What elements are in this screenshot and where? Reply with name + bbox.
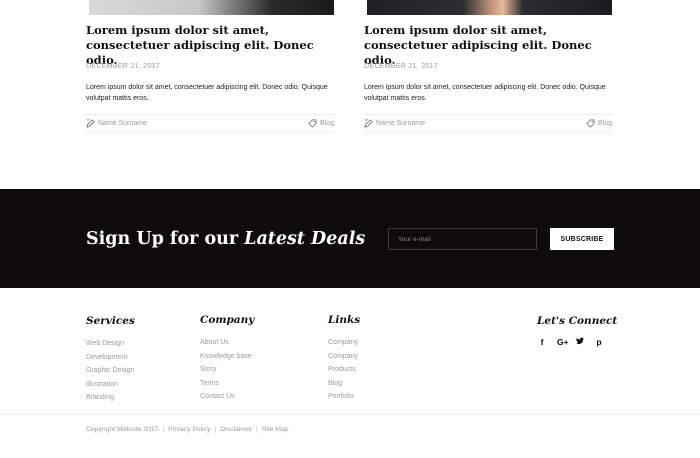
pen-icon	[364, 119, 373, 128]
post-author-name: Name Surname	[98, 120, 148, 127]
blog-card: Lorem ipsum dolor sit amet, consectetuer…	[86, 0, 334, 132]
google-plus-icon[interactable]: G+	[557, 337, 569, 347]
copyright-bar: Copyright Website 2017 | Privacy Policy …	[86, 426, 289, 433]
footer-link[interactable]: Knowledge base	[200, 350, 254, 364]
twitter-icon[interactable]	[576, 337, 584, 347]
footer-link[interactable]: Branding	[86, 391, 135, 405]
signup-heading-prefix: Sign Up for our	[86, 229, 239, 249]
separator: |	[214, 426, 217, 433]
footer-link[interactable]: Products	[328, 363, 360, 377]
footer-link[interactable]: Contact Us	[200, 390, 254, 404]
footer-column-services: Services Web Design Development Graphic …	[86, 314, 135, 405]
footer-link[interactable]: Portfolio	[328, 390, 360, 404]
footer-divider	[0, 414, 700, 415]
footer-link[interactable]: Blog	[328, 377, 360, 391]
post-category-label: Blog	[319, 120, 334, 127]
social-icons: f G+ p	[537, 337, 617, 347]
post-category-label: Blog	[597, 120, 612, 127]
footer-link[interactable]: Illustration	[86, 378, 135, 392]
post-category[interactable]: Blog	[308, 119, 334, 128]
tag-icon	[308, 119, 317, 128]
subscribe-button[interactable]: SUBSCRIBE	[550, 228, 614, 250]
pinterest-icon[interactable]: p	[595, 337, 603, 347]
post-excerpt: Lorem ipsum dolor sit amet, consectetuer…	[86, 84, 328, 102]
separator: |	[162, 426, 165, 433]
copyright-text: Copyright Website 2017	[86, 426, 159, 433]
footer-column-title: Company	[200, 314, 255, 326]
post-author[interactable]: Name Surname	[86, 119, 147, 128]
footer-column-title: Links	[328, 314, 361, 326]
email-input[interactable]	[388, 228, 537, 250]
footer-link[interactable]: About Us	[200, 336, 254, 350]
footer-link[interactable]: Company	[328, 350, 360, 364]
post-meta: Name Surname Blog	[86, 114, 334, 132]
footer-link[interactable]: Story	[200, 363, 254, 377]
post-author-name: Name Surname	[376, 120, 426, 127]
post-meta: Name Surname Blog	[364, 114, 612, 132]
signup-heading: Sign Up for our Latest Deals	[86, 228, 365, 250]
post-excerpt: Lorem ipsum dolor sit amet, consectetuer…	[364, 84, 606, 102]
footer-link[interactable]: Web Design	[86, 337, 135, 351]
footer-column-connect: Let's Connect f G+ p	[537, 314, 617, 347]
tag-icon	[586, 119, 595, 128]
privacy-policy-link[interactable]: Privacy Policy	[168, 426, 210, 433]
facebook-icon[interactable]: f	[538, 337, 546, 347]
pen-icon	[86, 119, 95, 128]
footer-column-links: Links Company Company Products Blog Port…	[328, 313, 360, 404]
footer-column-title: Let's Connect	[537, 315, 618, 327]
post-title[interactable]: Lorem ipsum dolor sit amet, consectetuer…	[364, 23, 614, 68]
post-date: December 21, 2017	[364, 63, 438, 70]
footer-column-company: Company About Us Knowledge base Story Te…	[200, 313, 254, 404]
footer-column-title: Services	[86, 315, 135, 327]
post-image[interactable]	[86, 0, 334, 15]
footer-link[interactable]: Company	[328, 336, 360, 350]
footer-link[interactable]: Development	[86, 351, 135, 365]
post-date: December 21, 2017	[86, 63, 160, 70]
footer-link[interactable]: Terms	[200, 377, 254, 391]
site-map-link[interactable]: Site Map	[262, 426, 289, 433]
post-image[interactable]	[364, 0, 612, 15]
footer-link[interactable]: Graphic Design	[86, 364, 135, 378]
blog-card: Lorem ipsum dolor sit amet, consectetuer…	[364, 0, 612, 132]
post-title[interactable]: Lorem ipsum dolor sit amet, consectetuer…	[86, 23, 336, 68]
post-category[interactable]: Blog	[586, 119, 612, 128]
post-author[interactable]: Name Surname	[364, 119, 425, 128]
signup-heading-emphasis: Latest Deals	[244, 229, 366, 249]
separator: |	[256, 426, 258, 433]
disclaimer-link[interactable]: Disclaimer	[220, 426, 252, 433]
